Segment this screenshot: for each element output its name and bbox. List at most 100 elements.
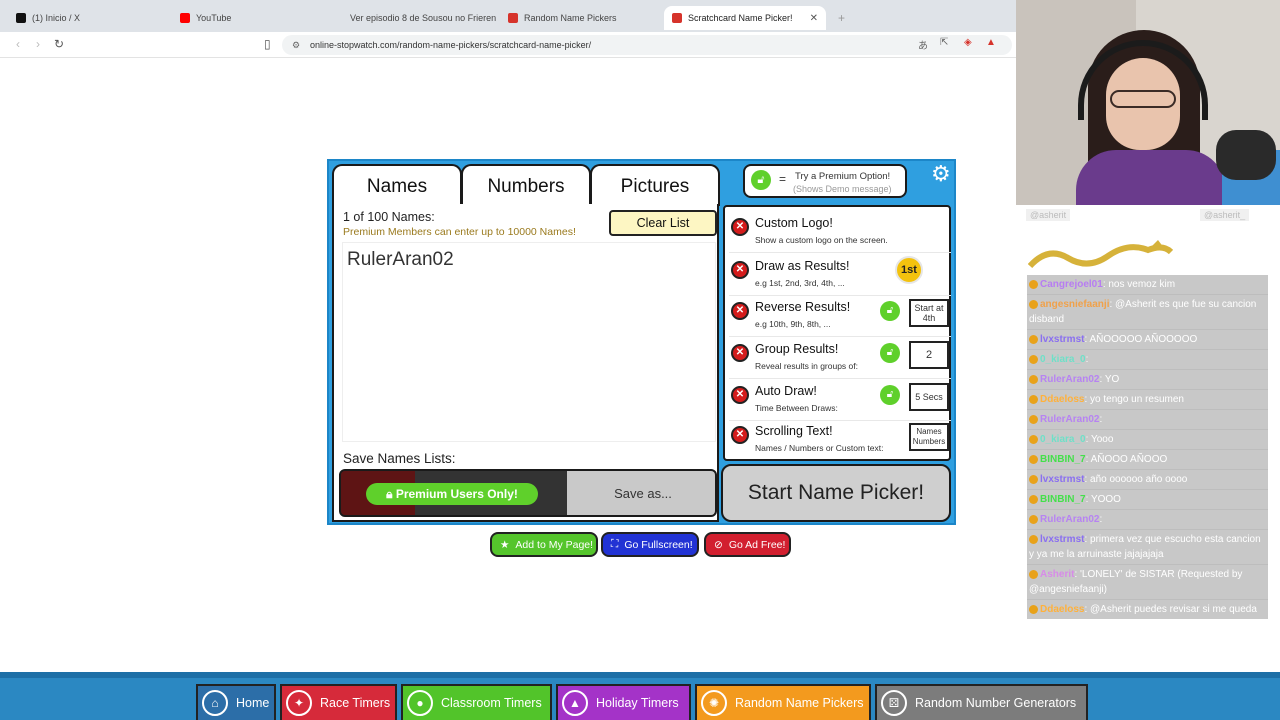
save-names-label: Save Names Lists: bbox=[343, 451, 456, 466]
disabled-x-icon: ✕ bbox=[731, 386, 749, 404]
clear-list-button[interactable]: Clear List bbox=[609, 210, 717, 236]
option-group-results[interactable]: ✕ Group Results! Reveal results in group… bbox=[729, 339, 951, 379]
option-title: Reverse Results! bbox=[755, 300, 851, 314]
nav-classroom-timers[interactable]: ● Classroom Timers bbox=[401, 684, 552, 720]
chat-username: BINBIN_7 bbox=[1040, 454, 1086, 465]
chat-text: : AÑOOOOO AÑOOOOO bbox=[1084, 334, 1198, 345]
group-size-box[interactable]: 2 bbox=[909, 341, 949, 369]
apple-icon: ● bbox=[407, 690, 433, 716]
nav-race-timers[interactable]: ✦ Race Timers bbox=[280, 684, 397, 720]
browser-tab-x[interactable]: (1) Inicio / X bbox=[8, 6, 168, 30]
chat-text: : YO bbox=[1099, 374, 1120, 385]
nav-home[interactable]: ⌂ Home bbox=[196, 684, 276, 720]
chat-username: angesniefaanji bbox=[1040, 299, 1110, 310]
browser-tab-crunchyroll[interactable]: Ver episodio 8 de Sousou no Frieren bbox=[336, 6, 496, 30]
chat-message: Ddaeloss: yo tengo un resumen bbox=[1027, 390, 1268, 410]
tab-label: Ver episodio 8 de Sousou no Frieren bbox=[350, 13, 496, 23]
picker-tabs: Names Numbers Pictures bbox=[332, 164, 720, 206]
option-title: Auto Draw! bbox=[755, 384, 817, 398]
chat-message: lvxstrmst: AÑOOOOO AÑOOOOO bbox=[1027, 330, 1268, 350]
tab-label: Random Name Pickers bbox=[524, 13, 617, 23]
nav-holiday-timers[interactable]: ▲ Holiday Timers bbox=[556, 684, 691, 720]
chat-message: BINBIN_7: AÑOOO AÑOOO bbox=[1027, 450, 1268, 470]
nav-label: Holiday Timers bbox=[596, 696, 679, 710]
nav-label: Random Name Pickers bbox=[735, 696, 864, 710]
bookmark-icon[interactable]: ▯ bbox=[264, 37, 271, 51]
chat-username: lvxstrmst bbox=[1040, 334, 1085, 345]
option-custom-logo[interactable]: ✕ Custom Logo! Show a custom logo on the… bbox=[729, 213, 951, 253]
option-auto-draw[interactable]: ✕ Auto Draw! Time Between Draws: 🔓︎ 5 Se… bbox=[729, 381, 951, 421]
chat-username: BINBIN_7 bbox=[1040, 494, 1086, 505]
share-icon[interactable]: ⇱ bbox=[940, 37, 948, 48]
chat-badge-icon bbox=[1029, 474, 1038, 484]
scrolling-text-box[interactable]: Names Numbers bbox=[909, 423, 949, 451]
add-to-page-button[interactable]: ★ Add to My Page! bbox=[490, 532, 598, 557]
fullscreen-icon: ⛶ bbox=[611, 538, 619, 550]
option-reverse-results[interactable]: ✕ Reverse Results! e.g 10th, 9th, 8th, .… bbox=[729, 297, 951, 337]
start-name-picker-button[interactable]: Start Name Picker! bbox=[721, 464, 951, 522]
chat-text: : AÑOOO AÑOOO bbox=[1085, 454, 1168, 465]
names-textarea[interactable]: RulerAran02 bbox=[342, 242, 716, 442]
fullscreen-button[interactable]: ⛶ Go Fullscreen! bbox=[601, 532, 699, 557]
chat-username: Asherit bbox=[1040, 569, 1075, 580]
disabled-x-icon: ✕ bbox=[731, 344, 749, 362]
x-logo-icon bbox=[16, 13, 26, 23]
tab-label: Scratchcard Name Picker! bbox=[688, 13, 793, 23]
translate-icon[interactable]: あ bbox=[918, 37, 928, 52]
nav-random-number-generators[interactable]: ⚄ Random Number Generators bbox=[875, 684, 1088, 720]
chat-badge-icon bbox=[1029, 354, 1038, 364]
premium-option-banner[interactable]: 🔓︎ = Try a Premium Option! (Shows Demo m… bbox=[743, 164, 907, 198]
options-panel: ✕ Custom Logo! Show a custom logo on the… bbox=[723, 205, 951, 461]
save-as-button[interactable]: Save as... bbox=[567, 471, 715, 515]
option-scrolling-text[interactable]: ✕ Scrolling Text! Names / Numbers or Cus… bbox=[729, 421, 951, 461]
chat-badge-icon bbox=[1029, 534, 1038, 544]
option-sub: Time Between Draws: bbox=[755, 403, 838, 413]
chat-badge-icon bbox=[1029, 604, 1038, 614]
back-arrow-icon[interactable]: ‹ bbox=[16, 37, 20, 51]
chat-badge-icon bbox=[1029, 514, 1038, 524]
nav-label: Home bbox=[236, 696, 270, 710]
chat-badge-icon bbox=[1029, 434, 1038, 444]
close-tab-icon[interactable]: ✕ bbox=[810, 13, 818, 24]
chat-badge-icon bbox=[1029, 569, 1038, 579]
auto-draw-seconds-box[interactable]: 5 Secs bbox=[909, 383, 949, 411]
nav-random-name-pickers[interactable]: ✺ Random Name Pickers bbox=[695, 684, 871, 720]
chat-text: : bbox=[1085, 354, 1089, 365]
url-field[interactable]: ⚙ online-stopwatch.com/random-name-picke… bbox=[282, 35, 1012, 55]
forward-arrow-icon[interactable]: › bbox=[36, 37, 40, 51]
new-tab-button[interactable]: + bbox=[830, 6, 850, 30]
chat-badge-icon bbox=[1029, 394, 1038, 404]
option-title: Scrolling Text! bbox=[755, 424, 833, 438]
gear-icon[interactable]: ⚙ bbox=[931, 161, 951, 187]
site-info-icon[interactable]: ⚙ bbox=[292, 35, 300, 55]
extension-shield-icon[interactable]: ◈ bbox=[964, 37, 972, 48]
names-count: 1 of 100 Names: bbox=[343, 210, 435, 224]
chat-text: : nos vemoz kim bbox=[1102, 279, 1176, 290]
browser-tab-random-name-pickers[interactable]: Random Name Pickers bbox=[500, 6, 660, 30]
add-to-page-label: Add to My Page! bbox=[515, 538, 594, 551]
tab-pictures[interactable]: Pictures bbox=[590, 164, 720, 206]
reverse-start-box[interactable]: Start at 4th bbox=[909, 299, 949, 327]
nav-label: Classroom Timers bbox=[441, 696, 542, 710]
browser-tab-scratchcard[interactable]: Scratchcard Name Picker! ✕ bbox=[664, 6, 826, 30]
premium-option-sub: (Shows Demo message) bbox=[793, 184, 892, 194]
ad-free-button[interactable]: ⊘ Go Ad Free! bbox=[704, 532, 791, 557]
nav-label: Race Timers bbox=[320, 696, 391, 710]
option-draw-as-results[interactable]: ✕ Draw as Results! e.g 1st, 2nd, 3rd, 4t… bbox=[729, 256, 951, 296]
chat-message: RulerAran02: bbox=[1027, 510, 1268, 530]
chat-message: angesniefaanji: @Asherit es que fue su c… bbox=[1027, 295, 1268, 330]
tab-numbers[interactable]: Numbers bbox=[461, 164, 591, 206]
address-bar-row: ‹ › ↻ ▯ ⚙ online-stopwatch.com/random-na… bbox=[0, 32, 1016, 58]
browser-tab-youtube[interactable]: YouTube bbox=[172, 6, 332, 30]
runner-icon: ✦ bbox=[286, 690, 312, 716]
chat-username: Cangrejoel01 bbox=[1040, 279, 1103, 290]
chat-text: : Yooo bbox=[1085, 434, 1114, 445]
option-title: Draw as Results! bbox=[755, 259, 850, 273]
premium-only-button[interactable]: 🔒︎ Premium Users Only! bbox=[366, 483, 538, 505]
extension-triangle-icon[interactable]: ▲ bbox=[986, 37, 996, 48]
tab-names[interactable]: Names bbox=[332, 164, 462, 206]
reload-icon[interactable]: ↻ bbox=[54, 37, 64, 51]
chat-badge-icon bbox=[1029, 454, 1038, 464]
url-text: online-stopwatch.com/random-name-pickers… bbox=[310, 40, 592, 50]
chat-username: RulerAran02 bbox=[1040, 374, 1100, 385]
